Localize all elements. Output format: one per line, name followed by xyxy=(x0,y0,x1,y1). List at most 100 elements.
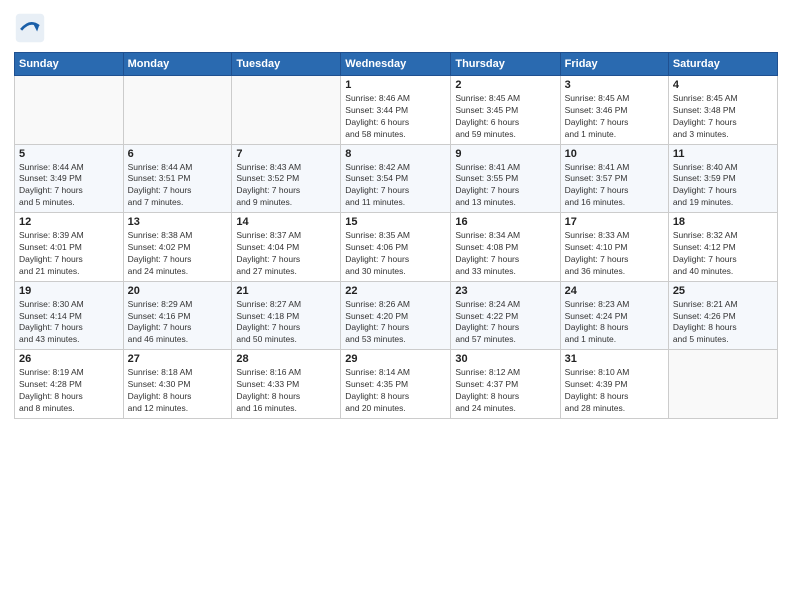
calendar-cell: 4 Sunrise: 8:45 AM Sunset: 3:48 PM Daylig… xyxy=(668,76,777,145)
day-info: Sunrise: 8:41 AM Sunset: 3:57 PM Dayligh… xyxy=(565,162,664,210)
day-number: 25 xyxy=(673,285,773,297)
calendar-cell: 2 Sunrise: 8:45 AM Sunset: 3:45 PM Daylig… xyxy=(451,76,560,145)
day-info: Sunrise: 8:45 AM Sunset: 3:45 PM Dayligh… xyxy=(455,93,555,141)
day-number: 28 xyxy=(236,353,336,365)
calendar-cell: 7 Sunrise: 8:43 AM Sunset: 3:52 PM Daylig… xyxy=(232,144,341,213)
day-info: Sunrise: 8:23 AM Sunset: 4:24 PM Dayligh… xyxy=(565,299,664,347)
calendar-cell: 1 Sunrise: 8:46 AM Sunset: 3:44 PM Daylig… xyxy=(341,76,451,145)
calendar-cell: 12Sunrise: 8:39 AM Sunset: 4:01 PM Dayli… xyxy=(15,213,124,282)
day-info: Sunrise: 8:33 AM Sunset: 4:10 PM Dayligh… xyxy=(565,230,664,278)
day-number: 30 xyxy=(455,353,555,365)
day-info: Sunrise: 8:32 AM Sunset: 4:12 PM Dayligh… xyxy=(673,230,773,278)
day-number: 11 xyxy=(673,148,773,160)
day-number: 10 xyxy=(565,148,664,160)
calendar-cell: 21 Sunrise: 8:27 AM Sunset: 4:18 PM Dayli… xyxy=(232,281,341,350)
calendar-week-3: 12Sunrise: 8:39 AM Sunset: 4:01 PM Dayli… xyxy=(15,213,778,282)
calendar-cell: 11 Sunrise: 8:40 AM Sunset: 3:59 PM Dayli… xyxy=(668,144,777,213)
day-info: Sunrise: 8:35 AM Sunset: 4:06 PM Dayligh… xyxy=(345,230,446,278)
day-info: Sunrise: 8:18 AM Sunset: 4:30 PM Dayligh… xyxy=(128,367,228,415)
day-info: Sunrise: 8:43 AM Sunset: 3:52 PM Dayligh… xyxy=(236,162,336,210)
calendar-cell: 19Sunrise: 8:30 AM Sunset: 4:14 PM Dayli… xyxy=(15,281,124,350)
calendar-cell: 28 Sunrise: 8:16 AM Sunset: 4:33 PM Dayli… xyxy=(232,350,341,419)
calendar-header-row: SundayMondayTuesdayWednesdayThursdayFrid… xyxy=(15,53,778,76)
column-header-monday: Monday xyxy=(123,53,232,76)
calendar-cell: 15 Sunrise: 8:35 AM Sunset: 4:06 PM Dayli… xyxy=(341,213,451,282)
calendar-week-1: 1 Sunrise: 8:46 AM Sunset: 3:44 PM Daylig… xyxy=(15,76,778,145)
day-info: Sunrise: 8:29 AM Sunset: 4:16 PM Dayligh… xyxy=(128,299,228,347)
calendar-cell: 26 Sunrise: 8:19 AM Sunset: 4:28 PM Dayli… xyxy=(15,350,124,419)
column-header-wednesday: Wednesday xyxy=(341,53,451,76)
column-header-thursday: Thursday xyxy=(451,53,560,76)
calendar-week-4: 19Sunrise: 8:30 AM Sunset: 4:14 PM Dayli… xyxy=(15,281,778,350)
calendar-week-5: 26 Sunrise: 8:19 AM Sunset: 4:28 PM Dayli… xyxy=(15,350,778,419)
day-number: 18 xyxy=(673,216,773,228)
logo xyxy=(14,12,50,44)
calendar-cell: 30 Sunrise: 8:12 AM Sunset: 4:37 PM Dayli… xyxy=(451,350,560,419)
day-number: 8 xyxy=(345,148,446,160)
day-info: Sunrise: 8:42 AM Sunset: 3:54 PM Dayligh… xyxy=(345,162,446,210)
calendar-cell xyxy=(232,76,341,145)
calendar-cell: 13Sunrise: 8:38 AM Sunset: 4:02 PM Dayli… xyxy=(123,213,232,282)
day-info: Sunrise: 8:12 AM Sunset: 4:37 PM Dayligh… xyxy=(455,367,555,415)
calendar-cell: 25Sunrise: 8:21 AM Sunset: 4:26 PM Dayli… xyxy=(668,281,777,350)
day-number: 3 xyxy=(565,79,664,91)
column-header-saturday: Saturday xyxy=(668,53,777,76)
calendar-cell: 31 Sunrise: 8:10 AM Sunset: 4:39 PM Dayli… xyxy=(560,350,668,419)
day-number: 5 xyxy=(19,148,119,160)
day-number: 7 xyxy=(236,148,336,160)
calendar-cell: 6 Sunrise: 8:44 AM Sunset: 3:51 PM Daylig… xyxy=(123,144,232,213)
day-info: Sunrise: 8:37 AM Sunset: 4:04 PM Dayligh… xyxy=(236,230,336,278)
day-number: 16 xyxy=(455,216,555,228)
day-info: Sunrise: 8:44 AM Sunset: 3:51 PM Dayligh… xyxy=(128,162,228,210)
calendar-cell: 29Sunrise: 8:14 AM Sunset: 4:35 PM Dayli… xyxy=(341,350,451,419)
calendar-table: SundayMondayTuesdayWednesdayThursdayFrid… xyxy=(14,52,778,419)
day-info: Sunrise: 8:41 AM Sunset: 3:55 PM Dayligh… xyxy=(455,162,555,210)
logo-icon xyxy=(14,12,46,44)
day-number: 31 xyxy=(565,353,664,365)
day-info: Sunrise: 8:46 AM Sunset: 3:44 PM Dayligh… xyxy=(345,93,446,141)
day-info: Sunrise: 8:45 AM Sunset: 3:48 PM Dayligh… xyxy=(673,93,773,141)
calendar-cell: 23Sunrise: 8:24 AM Sunset: 4:22 PM Dayli… xyxy=(451,281,560,350)
calendar-cell: 10 Sunrise: 8:41 AM Sunset: 3:57 PM Dayli… xyxy=(560,144,668,213)
calendar-cell: 18 Sunrise: 8:32 AM Sunset: 4:12 PM Dayli… xyxy=(668,213,777,282)
calendar-cell: 24 Sunrise: 8:23 AM Sunset: 4:24 PM Dayli… xyxy=(560,281,668,350)
column-header-sunday: Sunday xyxy=(15,53,124,76)
day-number: 21 xyxy=(236,285,336,297)
day-number: 15 xyxy=(345,216,446,228)
day-number: 14 xyxy=(236,216,336,228)
calendar-cell: 27Sunrise: 8:18 AM Sunset: 4:30 PM Dayli… xyxy=(123,350,232,419)
day-number: 9 xyxy=(455,148,555,160)
day-number: 6 xyxy=(128,148,228,160)
calendar-cell: 8 Sunrise: 8:42 AM Sunset: 3:54 PM Daylig… xyxy=(341,144,451,213)
day-info: Sunrise: 8:24 AM Sunset: 4:22 PM Dayligh… xyxy=(455,299,555,347)
calendar-cell: 17 Sunrise: 8:33 AM Sunset: 4:10 PM Dayli… xyxy=(560,213,668,282)
day-number: 22 xyxy=(345,285,446,297)
calendar-cell: 3Sunrise: 8:45 AM Sunset: 3:46 PM Daylig… xyxy=(560,76,668,145)
day-number: 29 xyxy=(345,353,446,365)
day-info: Sunrise: 8:19 AM Sunset: 4:28 PM Dayligh… xyxy=(19,367,119,415)
calendar-cell xyxy=(123,76,232,145)
day-info: Sunrise: 8:34 AM Sunset: 4:08 PM Dayligh… xyxy=(455,230,555,278)
day-info: Sunrise: 8:38 AM Sunset: 4:02 PM Dayligh… xyxy=(128,230,228,278)
calendar-cell: 5Sunrise: 8:44 AM Sunset: 3:49 PM Daylig… xyxy=(15,144,124,213)
calendar-cell: 20 Sunrise: 8:29 AM Sunset: 4:16 PM Dayli… xyxy=(123,281,232,350)
day-info: Sunrise: 8:40 AM Sunset: 3:59 PM Dayligh… xyxy=(673,162,773,210)
day-number: 2 xyxy=(455,79,555,91)
day-info: Sunrise: 8:10 AM Sunset: 4:39 PM Dayligh… xyxy=(565,367,664,415)
day-info: Sunrise: 8:39 AM Sunset: 4:01 PM Dayligh… xyxy=(19,230,119,278)
day-number: 24 xyxy=(565,285,664,297)
calendar-cell xyxy=(668,350,777,419)
calendar-cell: 22Sunrise: 8:26 AM Sunset: 4:20 PM Dayli… xyxy=(341,281,451,350)
day-info: Sunrise: 8:27 AM Sunset: 4:18 PM Dayligh… xyxy=(236,299,336,347)
day-number: 19 xyxy=(19,285,119,297)
calendar-cell: 16 Sunrise: 8:34 AM Sunset: 4:08 PM Dayli… xyxy=(451,213,560,282)
day-number: 1 xyxy=(345,79,446,91)
day-info: Sunrise: 8:16 AM Sunset: 4:33 PM Dayligh… xyxy=(236,367,336,415)
day-number: 4 xyxy=(673,79,773,91)
calendar-cell: 14 Sunrise: 8:37 AM Sunset: 4:04 PM Dayli… xyxy=(232,213,341,282)
header xyxy=(14,12,778,44)
day-number: 20 xyxy=(128,285,228,297)
calendar-cell: 9 Sunrise: 8:41 AM Sunset: 3:55 PM Daylig… xyxy=(451,144,560,213)
day-number: 17 xyxy=(565,216,664,228)
day-number: 26 xyxy=(19,353,119,365)
